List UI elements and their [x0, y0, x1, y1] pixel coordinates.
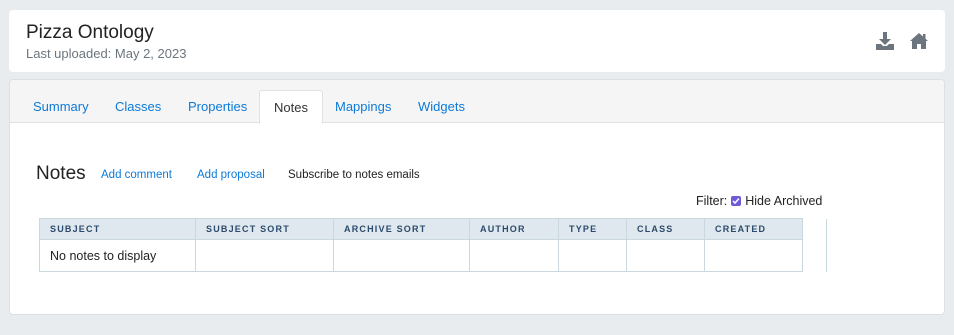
notes-heading: Notes: [36, 163, 86, 184]
column-header-created[interactable]: CREATED: [704, 218, 803, 240]
tab-bar: Summary Classes Properties Notes Mapping…: [10, 80, 944, 124]
tab-properties[interactable]: Properties: [174, 90, 261, 123]
hide-archived-checkbox[interactable]: [731, 196, 742, 206]
last-uploaded-text: Last uploaded: May 2, 2023: [26, 46, 187, 61]
column-header-spacer: [802, 218, 827, 240]
tab-mappings[interactable]: Mappings: [321, 90, 405, 123]
table-row: No notes to display: [39, 239, 827, 272]
content-panel: Summary Classes Properties Notes Mapping…: [9, 79, 945, 315]
table-cell-spacer: [802, 239, 827, 272]
tab-notes[interactable]: Notes: [259, 90, 323, 124]
page-title: Pizza Ontology: [26, 22, 154, 43]
subscribe-notes-emails-link[interactable]: Subscribe to notes emails: [288, 169, 420, 181]
table-cell: [469, 239, 559, 272]
column-header-subject-sort[interactable]: SUBJECT SORT: [195, 218, 334, 240]
table-cell: [626, 239, 705, 272]
add-proposal-link[interactable]: Add proposal: [197, 169, 265, 181]
table-cell: [195, 239, 334, 272]
column-header-author[interactable]: AUTHOR: [469, 218, 559, 240]
tab-classes[interactable]: Classes: [101, 90, 175, 123]
column-header-subject[interactable]: SUBJECT: [39, 218, 196, 240]
empty-notes-message: No notes to display: [39, 239, 196, 272]
ontology-header: Pizza Ontology Last uploaded: May 2, 202…: [9, 10, 945, 72]
download-button[interactable]: [875, 31, 895, 51]
table-cell: [558, 239, 627, 272]
column-header-archive-sort[interactable]: ARCHIVE SORT: [333, 218, 470, 240]
add-comment-link[interactable]: Add comment: [101, 169, 172, 181]
filter-label: Filter:: [696, 194, 728, 208]
table-header-row: SUBJECT SUBJECT SORT ARCHIVE SORT AUTHOR…: [39, 218, 827, 240]
tab-widgets[interactable]: Widgets: [404, 90, 479, 123]
home-button[interactable]: [909, 31, 929, 51]
table-cell: [704, 239, 803, 272]
column-header-class[interactable]: CLASS: [626, 218, 705, 240]
home-icon: [910, 33, 928, 49]
table-cell: [333, 239, 470, 272]
notes-table: SUBJECT SUBJECT SORT ARCHIVE SORT AUTHOR…: [39, 218, 827, 272]
download-icon: [876, 32, 894, 50]
hide-archived-label[interactable]: Hide Archived: [745, 194, 822, 208]
archive-filter: Filter: Hide Archived: [696, 194, 822, 208]
checkmark-icon: [732, 198, 740, 205]
column-header-type[interactable]: TYPE: [558, 218, 627, 240]
tab-summary[interactable]: Summary: [19, 90, 103, 123]
